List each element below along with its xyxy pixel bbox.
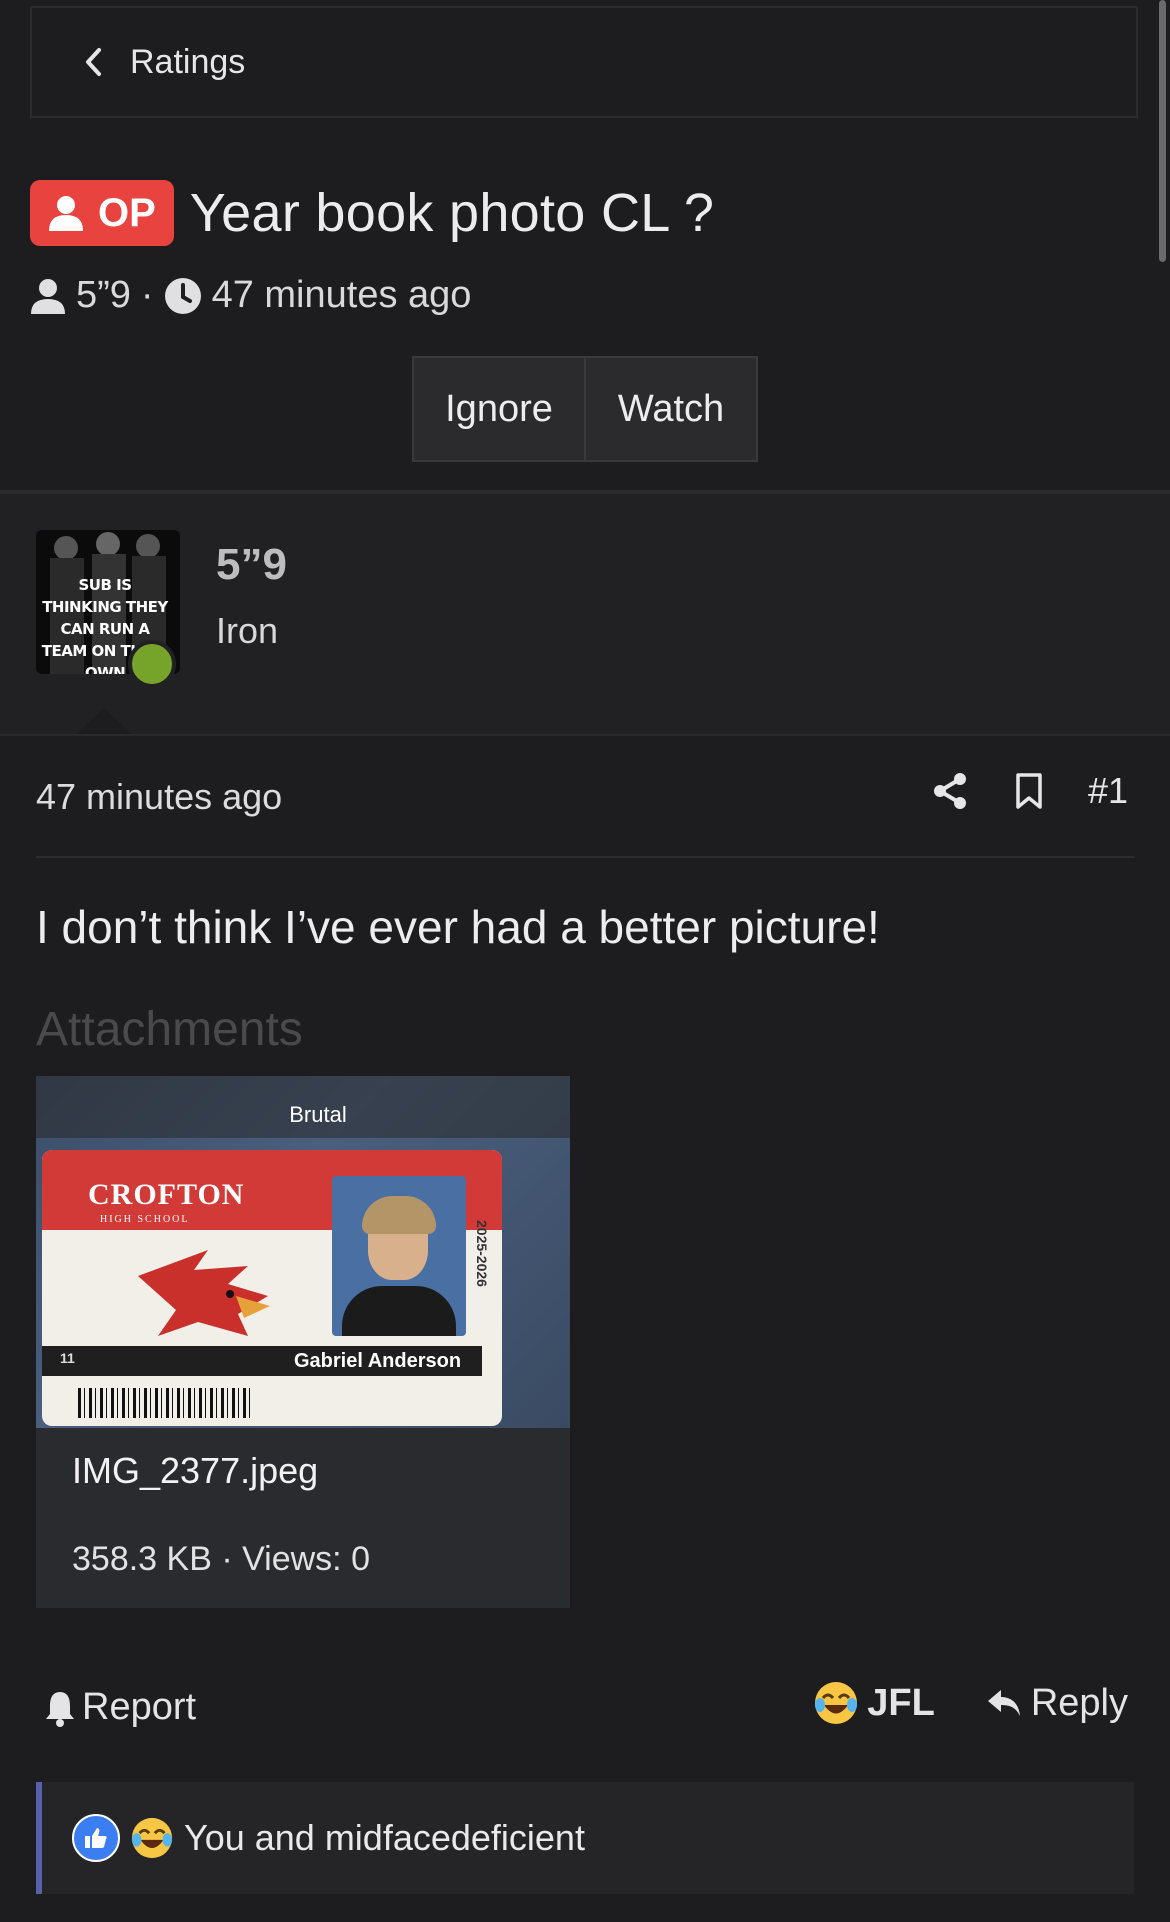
attachment-thumbnail[interactable]: Brutal CROFTON HIGH SCHOOL 2025-2026 11 …	[36, 1076, 570, 1428]
reply-label: Reply	[1030, 1681, 1128, 1724]
reply-button[interactable]: Reply	[985, 1682, 1128, 1725]
reactions-summary: You and midfacedeficient	[184, 1817, 585, 1858]
watch-button[interactable]: Watch	[584, 356, 758, 462]
reactions-bar[interactable]: You and midfacedeficient	[36, 1782, 1134, 1894]
student-photo	[332, 1176, 466, 1336]
chevron-left-icon	[76, 45, 110, 79]
student-grade: 11	[60, 1350, 75, 1366]
user-icon	[49, 196, 83, 231]
report-label: Report	[82, 1686, 197, 1728]
breadcrumb-label: Ratings	[130, 42, 246, 81]
bookmark-icon[interactable]	[1014, 772, 1044, 810]
user-icon	[31, 278, 65, 314]
page-title: Year book photo CL ?	[189, 183, 715, 243]
op-label: OP	[98, 190, 156, 235]
scrollbar[interactable]	[1159, 0, 1166, 262]
attachments-heading: Attachments	[36, 1003, 303, 1056]
user-panel: SUB IS THINKING THEY CAN RUN A TEAM ON T…	[0, 494, 1170, 734]
school-name: CROFTON	[88, 1178, 245, 1211]
reaction-label: JFL	[867, 1681, 935, 1724]
bell-icon	[46, 1691, 74, 1727]
thread-meta: 5”9 · 47 minutes ago	[30, 274, 471, 317]
divider	[36, 856, 1134, 858]
school-subtitle: HIGH SCHOOL	[100, 1214, 190, 1225]
reply-icon	[987, 1690, 1020, 1716]
thread-author[interactable]: 5”9	[76, 274, 131, 317]
divider	[0, 734, 1170, 736]
post-number[interactable]: #1	[1088, 770, 1128, 812]
attachment-filename[interactable]: IMG_2377.jpeg	[72, 1450, 318, 1492]
thread-title-row: OP Year book photo CL ?	[30, 180, 714, 246]
post-actions: #1	[886, 770, 1128, 812]
school-year: 2025-2026	[474, 1220, 490, 1287]
thread-time: 47 minutes ago	[211, 274, 472, 316]
online-indicator	[128, 640, 176, 688]
meta-separator: ·	[140, 274, 154, 316]
ignore-button[interactable]: Ignore	[412, 356, 584, 462]
thread-actions: Ignore Watch	[412, 356, 758, 462]
share-icon[interactable]	[932, 772, 968, 810]
attachment[interactable]: Brutal CROFTON HIGH SCHOOL 2025-2026 11 …	[36, 1076, 570, 1608]
reaction-button[interactable]: JFL	[813, 1680, 935, 1726]
thumbs-up-icon	[72, 1814, 120, 1862]
breadcrumb[interactable]: Ratings	[30, 6, 1138, 118]
laughing-emoji-icon	[815, 1682, 858, 1724]
photo-caption: Brutal	[289, 1102, 347, 1127]
student-name: Gabriel Anderson	[294, 1350, 462, 1372]
cardinal-logo	[138, 1250, 270, 1336]
username[interactable]: 5”9	[216, 540, 287, 590]
user-title: Iron	[216, 610, 279, 651]
clock-icon	[164, 277, 201, 314]
attachment-meta: 358.3 KB · Views: 0	[72, 1540, 370, 1578]
laughing-emoji-icon	[131, 1817, 173, 1859]
op-badge: OP	[30, 180, 174, 246]
post-footer-actions: JFL Reply	[813, 1680, 1128, 1726]
post-body: I don’t think I’ve ever had a better pic…	[36, 901, 880, 953]
report-button[interactable]: Report	[44, 1686, 196, 1729]
id-card: CROFTON HIGH SCHOOL 2025-2026 11 Gabriel…	[42, 1150, 502, 1426]
post-time[interactable]: 47 minutes ago	[36, 776, 282, 818]
barcode	[78, 1388, 254, 1418]
